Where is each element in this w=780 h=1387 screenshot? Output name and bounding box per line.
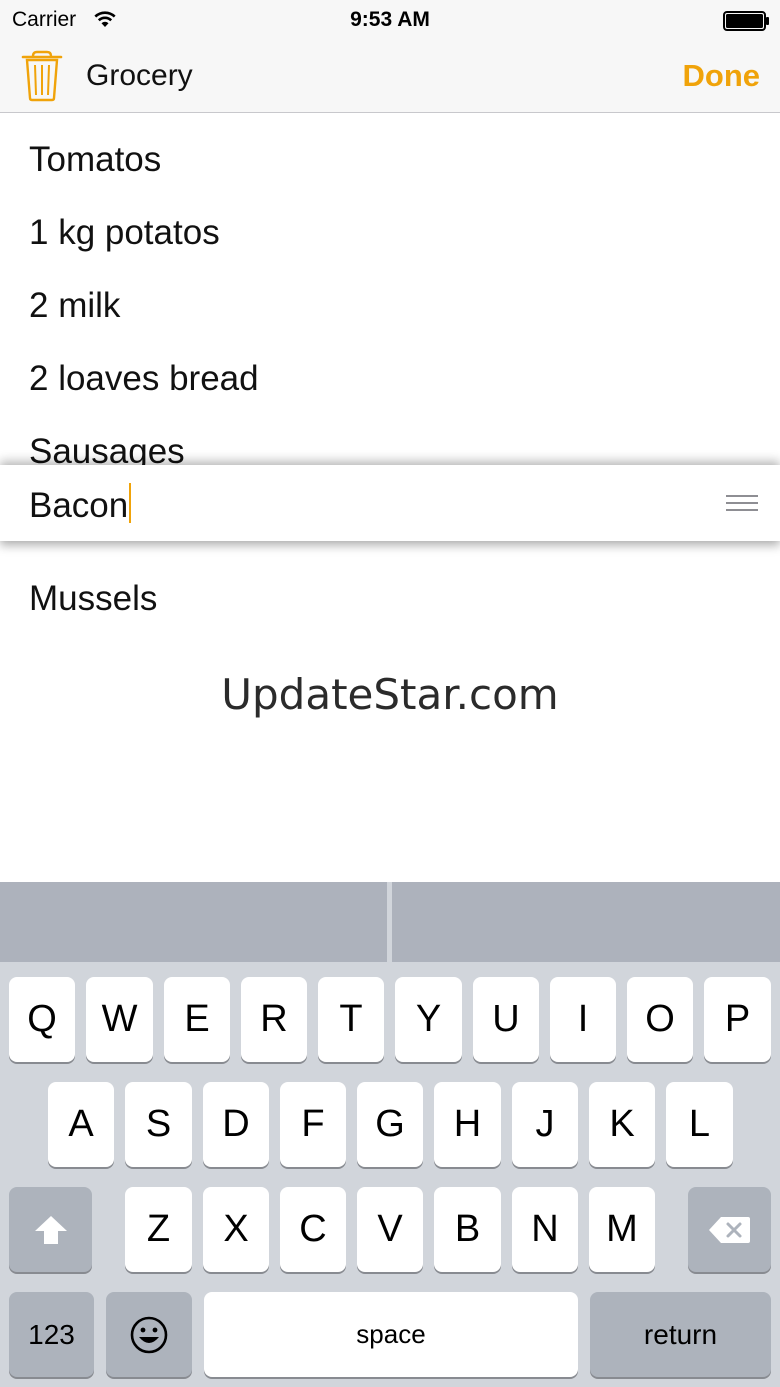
battery-icon	[723, 11, 769, 31]
delete-icon	[708, 1216, 750, 1243]
key-y[interactable]: Y	[395, 977, 462, 1062]
space-key[interactable]: space	[204, 1292, 578, 1377]
list-title: Grocery	[86, 59, 193, 92]
list-item[interactable]: 1 kg potatos	[29, 213, 220, 253]
list-item[interactable]: Tomatos	[29, 140, 161, 180]
nav-bar: Grocery Done	[0, 40, 780, 113]
key-h[interactable]: H	[434, 1082, 501, 1167]
prediction-divider	[387, 882, 392, 962]
key-f[interactable]: F	[280, 1082, 346, 1167]
return-key[interactable]: return	[590, 1292, 771, 1377]
key-o[interactable]: O	[627, 977, 693, 1062]
delete-key[interactable]	[688, 1187, 771, 1272]
key-w[interactable]: W	[86, 977, 153, 1062]
key-l[interactable]: L	[666, 1082, 733, 1167]
key-s[interactable]: S	[125, 1082, 192, 1167]
key-x[interactable]: X	[203, 1187, 269, 1272]
trash-icon	[21, 50, 63, 102]
list-item[interactable]: Mussels	[29, 579, 157, 619]
status-bar: Carrier 9:53 AM	[0, 0, 780, 40]
keyboard: Q W E R T Y U I O P A S D F G H J K L Z …	[0, 882, 780, 1387]
watermark: UpdateStar.com	[221, 670, 559, 719]
key-n[interactable]: N	[512, 1187, 578, 1272]
key-a[interactable]: A	[48, 1082, 114, 1167]
key-m[interactable]: M	[589, 1187, 655, 1272]
numbers-key[interactable]: 123	[9, 1292, 94, 1377]
key-c[interactable]: C	[280, 1187, 346, 1272]
list-item[interactable]: 2 milk	[29, 286, 120, 326]
key-v[interactable]: V	[357, 1187, 423, 1272]
done-button[interactable]: Done	[683, 58, 761, 94]
key-q[interactable]: Q	[9, 977, 75, 1062]
key-e[interactable]: E	[164, 977, 230, 1062]
item-edit-text: Bacon	[29, 486, 129, 525]
key-b[interactable]: B	[434, 1187, 501, 1272]
key-t[interactable]: T	[318, 977, 384, 1062]
text-caret	[129, 483, 132, 523]
key-z[interactable]: Z	[125, 1187, 192, 1272]
key-i[interactable]: I	[550, 977, 616, 1062]
item-edit-field[interactable]: Bacon	[29, 483, 132, 526]
key-j[interactable]: J	[512, 1082, 578, 1167]
status-time: 9:53 AM	[350, 8, 430, 31]
reorder-handle-icon[interactable]	[726, 495, 758, 516]
list-item[interactable]: 2 loaves bread	[29, 359, 259, 399]
key-r[interactable]: R	[241, 977, 307, 1062]
key-u[interactable]: U	[473, 977, 539, 1062]
emoji-key[interactable]	[106, 1292, 192, 1377]
grocery-list: Tomatos 1 kg potatos 2 milk 2 loaves bre…	[0, 114, 780, 882]
dragged-list-row[interactable]: Bacon	[0, 465, 780, 541]
delete-list-button[interactable]	[20, 50, 64, 102]
emoji-icon	[130, 1316, 168, 1353]
key-p[interactable]: P	[704, 977, 771, 1062]
shift-key[interactable]	[9, 1187, 92, 1272]
key-g[interactable]: G	[357, 1082, 423, 1167]
key-d[interactable]: D	[203, 1082, 269, 1167]
key-k[interactable]: K	[589, 1082, 655, 1167]
shift-icon	[34, 1215, 67, 1244]
